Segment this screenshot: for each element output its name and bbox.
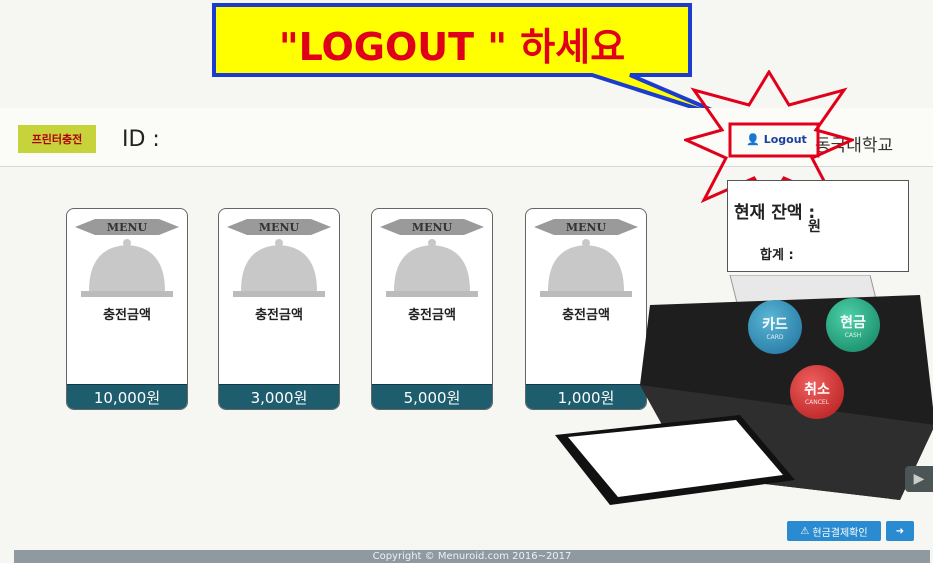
logout-button[interactable]: 👤 Logout — [738, 128, 816, 150]
warning-icon: ⚠ — [800, 525, 810, 537]
card-price: 10,000원 — [67, 384, 187, 409]
menu-cloche-icon: MENU — [75, 219, 179, 297]
cancel-sub: CANCEL — [804, 398, 830, 406]
exit-button[interactable]: ➜ — [886, 521, 914, 541]
charge-card-3000[interactable]: MENU 충전금액 3,000원 — [218, 208, 340, 410]
cancel-label: 취소 — [804, 381, 830, 398]
side-panel-toggle[interactable]: ▶ — [905, 466, 933, 492]
charge-card-10000[interactable]: MENU 충전금액 10,000원 — [66, 208, 188, 410]
brand-logo[interactable]: 프린터충전 — [18, 125, 96, 153]
charge-card-5000[interactable]: MENU 충전금액 5,000원 — [371, 208, 493, 410]
menu-cloche-icon: MENU — [380, 219, 484, 297]
logout-label: Logout — [763, 132, 807, 146]
cash-payment-sub: CASH — [844, 331, 862, 339]
card-price: 5,000원 — [372, 384, 492, 409]
user-id-label: ID : — [122, 127, 160, 152]
menu-cloche-icon: MENU — [227, 219, 331, 297]
card-label: 충전금액 — [255, 308, 303, 323]
total-label: 합계 : — [760, 248, 794, 263]
card-label: 충전금액 — [103, 308, 151, 323]
menu-banner-text: MENU — [412, 221, 453, 234]
cash-payment-label: 현금 — [840, 314, 866, 331]
cancel-button[interactable]: 취소 CANCEL — [790, 365, 844, 419]
current-balance-label: 현재 잔액 : — [734, 203, 816, 223]
cash-payment-check-label: 현금결제확인 — [812, 527, 868, 539]
card-payment-button[interactable]: 카드 CARD — [748, 300, 802, 354]
footer-copyright: Copyright © Menuroid.com 2016~2017 — [14, 550, 930, 563]
card-price: 3,000원 — [219, 384, 339, 409]
balance-currency: 원 — [808, 219, 821, 235]
card-payment-sub: CARD — [766, 333, 784, 341]
cash-payment-button[interactable]: 현금 CASH — [826, 298, 880, 352]
cash-payment-check-button[interactable]: ⚠ 현금결제확인 — [787, 521, 881, 541]
menu-banner-text: MENU — [566, 221, 607, 234]
card-label: 충전금액 — [408, 308, 456, 323]
exit-icon: ➜ — [895, 525, 905, 537]
menu-banner-text: MENU — [107, 221, 148, 234]
side-toggle-icon: ▶ — [913, 471, 925, 487]
menu-banner-text: MENU — [259, 221, 300, 234]
user-icon: 👤 — [746, 132, 760, 146]
instruction-callout-text: "LOGOUT " 하세요 — [278, 25, 626, 69]
card-payment-label: 카드 — [762, 316, 788, 333]
